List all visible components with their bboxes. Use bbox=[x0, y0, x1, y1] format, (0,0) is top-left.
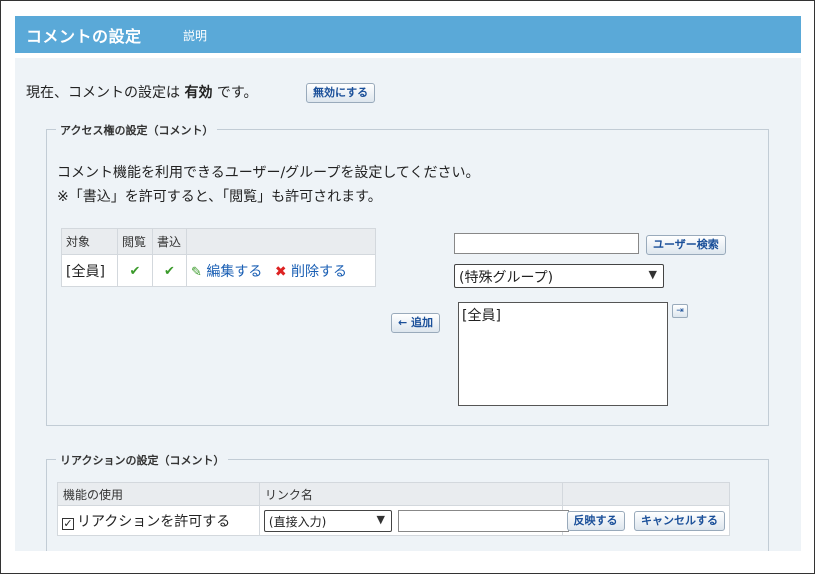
status-suffix: です。 bbox=[216, 85, 258, 101]
member-listbox[interactable]: [全員] bbox=[458, 302, 668, 406]
status-line: 現在、コメントの設定は 有効 です。 無効にする bbox=[26, 82, 376, 103]
row-actions: ✎ 編集する ✖ 削除する bbox=[186, 254, 376, 287]
status-value: 有効 bbox=[184, 85, 213, 101]
write-check-icon: ✔ bbox=[152, 254, 187, 287]
reaction-fieldset: リアクションの設定（コメント） 機能の使用 リンク名 ✓ リアクションを許可する … bbox=[46, 452, 769, 551]
pencil-icon: ✎ bbox=[191, 264, 202, 280]
col-target: 対象 bbox=[61, 228, 118, 255]
col-linkname: リンク名 bbox=[258, 482, 563, 506]
col-buttons bbox=[561, 482, 731, 506]
table-row: [全員] ✔ ✔ ✎ 編集する ✖ 削除する bbox=[61, 254, 376, 287]
help-link[interactable]: 説明 bbox=[183, 27, 207, 44]
row-target: [全員] bbox=[61, 254, 118, 287]
cancel-button[interactable]: キャンセルする bbox=[634, 510, 725, 531]
reaction-legend: リアクションの設定（コメント） bbox=[56, 452, 229, 468]
link-select-value: (直接入力) bbox=[268, 515, 327, 529]
table-row: ✓ リアクションを許可する (直接入力) ▼ 反映する キャンセルする bbox=[57, 505, 731, 536]
col-actions bbox=[186, 228, 376, 255]
access-description-2: ※「書込」を許可すると、「閲覧」も許可されます。 bbox=[57, 189, 382, 205]
buttons-cell: 反映する キャンセルする bbox=[561, 505, 731, 536]
apply-button[interactable]: 反映する bbox=[566, 510, 625, 531]
user-search-input[interactable] bbox=[454, 233, 639, 254]
group-select[interactable]: (特殊グループ) ▼ bbox=[454, 264, 664, 288]
chevron-down-icon: ▼ bbox=[648, 268, 657, 281]
reaction-table: 機能の使用 リンク名 ✓ リアクションを許可する (直接入力) ▼ 反映する キ… bbox=[57, 482, 731, 536]
delete-link[interactable]: 削除する bbox=[291, 264, 347, 280]
link-select[interactable]: (直接入力) ▼ bbox=[263, 510, 392, 532]
access-legend: アクセス権の設定（コメント） bbox=[56, 122, 218, 138]
page-title: コメントの設定 bbox=[26, 27, 142, 46]
access-fieldset: アクセス権の設定（コメント） コメント機能を利用できるユーザー/グループを設定し… bbox=[46, 122, 769, 426]
add-button[interactable]: ← 追加 bbox=[391, 313, 441, 333]
link-cell: (直接入力) ▼ bbox=[258, 505, 569, 536]
col-usage: 機能の使用 bbox=[57, 482, 260, 506]
view-check-icon: ✔ bbox=[117, 254, 153, 287]
status-prefix: 現在、コメントの設定は bbox=[26, 85, 180, 101]
col-write: 書込 bbox=[152, 228, 187, 255]
move-right-icon[interactable]: ⇥ bbox=[672, 304, 688, 318]
allow-cell: ✓ リアクションを許可する bbox=[57, 505, 260, 536]
chevron-down-icon: ▼ bbox=[376, 513, 385, 526]
edit-link[interactable]: 編集する bbox=[206, 264, 262, 280]
settings-panel: 現在、コメントの設定は 有効 です。 無効にする アクセス権の設定（コメント） … bbox=[15, 58, 801, 551]
group-select-value: (特殊グループ) bbox=[459, 270, 554, 286]
allow-checkbox[interactable]: ✓ bbox=[62, 517, 74, 530]
disable-button[interactable]: 無効にする bbox=[306, 83, 376, 103]
delete-icon: ✖ bbox=[274, 263, 287, 280]
page-header: コメントの設定 説明 bbox=[15, 16, 801, 53]
access-table: 対象 閲覧 書込 [全員] ✔ ✔ ✎ 編集する ✖ 削除する bbox=[61, 228, 376, 287]
list-item[interactable]: [全員] bbox=[462, 305, 664, 325]
allow-label[interactable]: リアクションを許可する bbox=[77, 514, 230, 530]
col-view: 閲覧 bbox=[117, 228, 153, 255]
window-frame: コメントの設定 説明 現在、コメントの設定は 有効 です。 無効にする アクセス… bbox=[0, 0, 815, 574]
access-description-1: コメント機能を利用できるユーザー/グループを設定してください。 bbox=[57, 165, 480, 181]
user-search-button[interactable]: ユーザー検索 bbox=[646, 235, 726, 255]
link-name-input[interactable] bbox=[397, 510, 569, 532]
